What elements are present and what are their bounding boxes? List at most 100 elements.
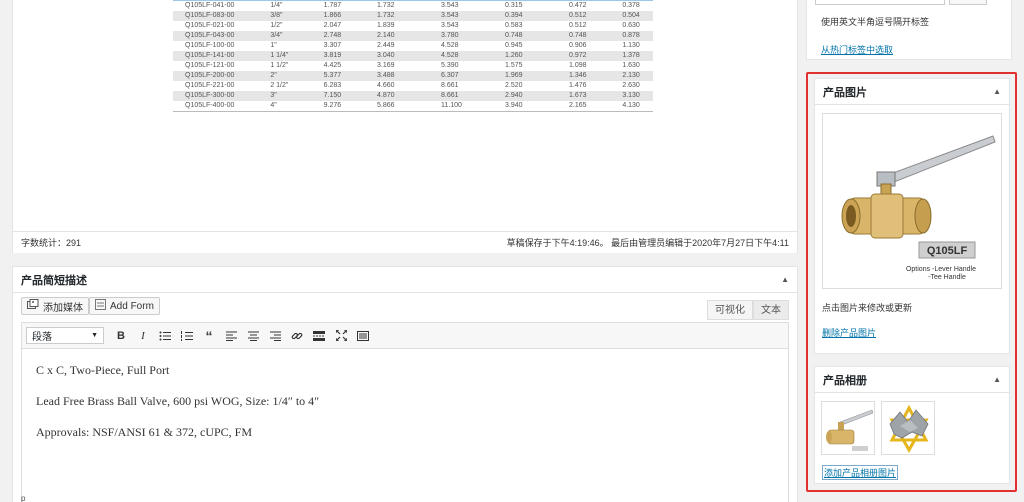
table-cell: 3.040 xyxy=(364,51,429,61)
product-image-box: 产品图片 ▲ Q105LF Options -Lever Handle -Tee… xyxy=(814,78,1010,354)
table-cell: 0.512 xyxy=(556,11,611,21)
bold-icon[interactable]: B xyxy=(110,326,132,346)
tags-box: 使用英文半角逗号隔开标签 从热门标签中选取 xyxy=(806,0,1012,60)
form-icon xyxy=(95,299,106,313)
table-cell: 1.969 xyxy=(492,71,557,81)
tab-visual[interactable]: 可视化 xyxy=(707,300,753,320)
table-cell: 2.449 xyxy=(376,42,395,49)
add-form-button[interactable]: Add Form xyxy=(89,297,160,315)
excerpt-paragraph: C x C, Two-Piece, Full Port xyxy=(36,363,170,377)
numbered-list-icon[interactable] xyxy=(176,326,198,346)
table-cell: 9.276 xyxy=(311,101,365,112)
table-cell: 8.661 xyxy=(428,91,493,101)
gallery-image-valve[interactable] xyxy=(821,401,875,455)
popular-tags-link[interactable]: 从热门标签中选取 xyxy=(821,43,893,56)
box-header[interactable]: 产品图片 ▲ xyxy=(815,79,1009,105)
lead-free-badge-icon xyxy=(882,402,934,454)
table-cell: 4.660 xyxy=(376,82,395,89)
table-cell: 6.307 xyxy=(428,71,493,81)
chevron-down-icon: ▼ xyxy=(91,332,98,339)
table-cell: 4.528 xyxy=(428,51,493,61)
table-cell: 2.130 xyxy=(610,71,653,81)
table-cell: 8.661 xyxy=(440,82,459,89)
table-cell: 1/4" xyxy=(258,0,312,11)
add-gallery-images-link[interactable]: 添加产品相册图片 xyxy=(822,465,899,480)
table-cell: 3.819 xyxy=(311,51,365,61)
collapse-arrow-icon[interactable]: ▲ xyxy=(993,87,1001,96)
blockquote-icon[interactable]: “ xyxy=(198,326,220,346)
options-line-1: Options -Lever Handle xyxy=(906,266,976,273)
table-cell: 0.878 xyxy=(610,31,653,41)
table-cell: 1.575 xyxy=(504,62,523,69)
bullet-list-icon[interactable] xyxy=(154,326,176,346)
content-area[interactable]: Q105LF-041-00 1/4" 1.787 1.732 3.543 0.315 0.4… xyxy=(13,0,797,231)
table-cell: 0.748 xyxy=(492,31,557,41)
product-image-thumbnail[interactable]: Q105LF Options -Lever Handle -Tee Handle xyxy=(822,113,1002,289)
box-header[interactable]: 产品相册 ▲ xyxy=(815,367,1009,393)
excerpt-editor-body[interactable]: C x C, Two-Piece, Full Port Lead Free Br… xyxy=(21,349,789,502)
box-title: 产品简短描述 xyxy=(21,274,87,287)
element-path: p xyxy=(21,494,26,502)
table-row: Q105LF-400-00 4" 9.276 5.866 11.100 3.940 2.16… xyxy=(173,101,653,112)
table-cell: Q105LF-121-00 xyxy=(185,62,235,69)
table-cell: 1.630 xyxy=(622,62,640,69)
table-cell: 1.866 xyxy=(311,11,365,21)
format-select[interactable]: 段落 ▼ xyxy=(26,327,104,344)
read-more-icon[interactable] xyxy=(308,326,330,346)
table-cell: Q105LF-100-00 xyxy=(185,42,235,49)
box-title: 产品图片 xyxy=(823,86,867,99)
ball-valve-icon xyxy=(826,409,874,451)
align-center-icon[interactable] xyxy=(242,326,264,346)
table-row: Q105LF-043-00 3/4" 2.748 2.140 3.780 0.748 0.7… xyxy=(173,31,653,41)
table-row: Q105LF-141-00 1 1/4" 3.819 3.040 4.528 1.260 0… xyxy=(173,51,653,61)
tag-input[interactable] xyxy=(815,0,945,5)
align-right-icon[interactable] xyxy=(264,326,286,346)
table-row: Q105LF-083-00 3/8" 1.866 1.732 3.543 0.394 0.5… xyxy=(173,11,653,21)
table-cell: 1.476 xyxy=(568,82,587,89)
main-content-editor[interactable]: Q105LF-041-00 1/4" 1.787 1.732 3.543 0.315 0.4… xyxy=(12,0,798,253)
table-cell: 3.169 xyxy=(376,62,395,69)
table-cell: 7.150 xyxy=(311,91,365,101)
align-left-icon[interactable] xyxy=(220,326,242,346)
collapse-arrow-icon[interactable]: ▲ xyxy=(781,275,789,284)
table-row: Q105LF-121-00 1 1/2" 4.425 3.169 5.390 1.575 1… xyxy=(173,61,653,71)
table-cell: 3/4" xyxy=(258,31,312,41)
excerpt-paragraph: Approvals: NSF/ANSI 61 & 372, cUPC, FM xyxy=(36,425,253,439)
product-short-description-box: 产品简短描述 ▲ 添加媒体 Add Form 可视化 文本 段落 ▼ B I “ xyxy=(12,266,798,502)
table-cell: 3/8" xyxy=(258,11,312,21)
table-cell: 3.307 xyxy=(323,42,342,49)
table-cell: 1.346 xyxy=(556,71,611,81)
collapse-arrow-icon[interactable]: ▲ xyxy=(993,375,1001,384)
tag-add-button[interactable] xyxy=(949,0,987,5)
table-cell: 0.394 xyxy=(492,11,557,21)
table-cell: 1.673 xyxy=(556,91,611,101)
table-cell: 2.140 xyxy=(364,31,429,41)
table-cell: 2.940 xyxy=(492,91,557,101)
add-media-label: 添加媒体 xyxy=(43,302,83,314)
link-icon[interactable] xyxy=(286,326,308,346)
tab-text[interactable]: 文本 xyxy=(753,300,789,320)
italic-icon[interactable]: I xyxy=(132,326,154,346)
table-cell: 0.972 xyxy=(556,51,611,61)
product-gallery-box: 产品相册 ▲ 添加产品相册图片 xyxy=(814,366,1010,484)
table-cell: 3.543 xyxy=(428,0,493,11)
toolbar-toggle-icon[interactable] xyxy=(352,326,374,346)
add-media-button[interactable]: 添加媒体 xyxy=(21,297,89,315)
gallery-image-lead-free[interactable] xyxy=(881,401,935,455)
table-cell: Q105LF-021-00 xyxy=(185,22,235,29)
spec-table: Q105LF-041-00 1/4" 1.787 1.732 3.543 0.315 0.4… xyxy=(173,0,653,112)
remove-product-image-link[interactable]: 删除产品图片 xyxy=(822,326,876,339)
table-cell: 11.100 xyxy=(428,101,493,112)
box-header[interactable]: 产品简短描述 ▲ xyxy=(13,267,797,293)
table-cell: 0.504 xyxy=(610,11,653,21)
table-cell: 4" xyxy=(258,101,312,112)
table-row: Q105LF-041-00 1/4" 1.787 1.732 3.543 0.315 0.4… xyxy=(173,0,653,11)
model-label: Q105LF xyxy=(927,245,968,257)
table-row: Q105LF-100-00 1" 3.307 2.449 4.528 0.945 0.906… xyxy=(173,41,653,51)
table-cell: 3.940 xyxy=(492,101,557,112)
table-cell: Q105LF-043-00 xyxy=(173,31,259,41)
table-cell: 2" xyxy=(258,71,312,81)
table-cell: 5.390 xyxy=(440,62,459,69)
table-cell: 0.748 xyxy=(556,31,611,41)
fullscreen-icon[interactable] xyxy=(330,326,352,346)
